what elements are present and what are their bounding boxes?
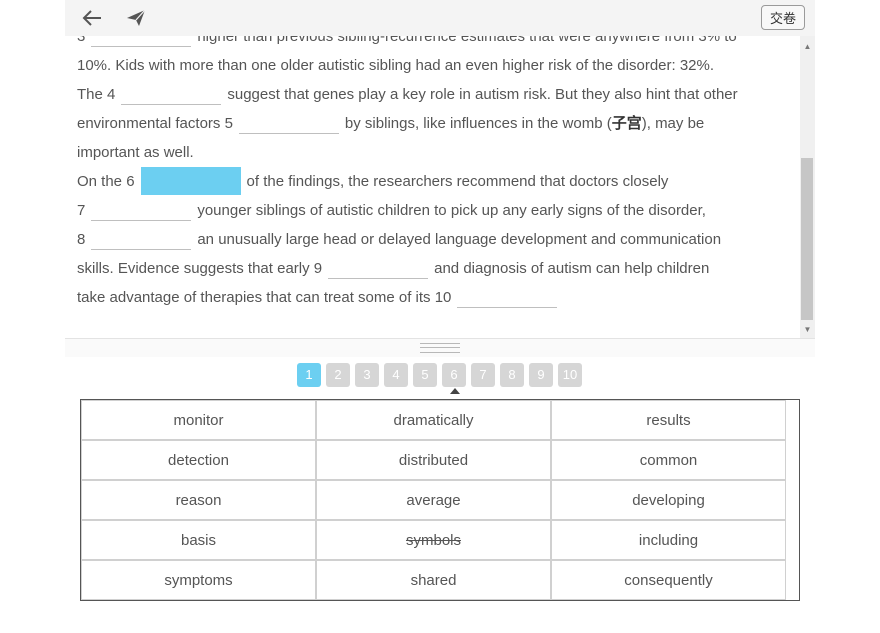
word-option[interactable]: distributed — [316, 440, 551, 480]
question-number-button-3[interactable]: 3 — [355, 363, 379, 387]
drag-handle-icon[interactable] — [420, 343, 460, 353]
word-option[interactable]: developing — [551, 480, 786, 520]
question-number-button-8[interactable]: 8 — [500, 363, 524, 387]
word-option[interactable]: reason — [81, 480, 316, 520]
passage-line: 7 younger siblings of autistic children t… — [77, 202, 706, 221]
passage-line: 8 an unusually large head or delayed lang… — [77, 231, 722, 250]
passage-line: The 4 suggest that genes play a key role … — [77, 86, 738, 105]
scroll-up-arrow-icon[interactable]: ▲ — [800, 41, 815, 53]
question-number-button-5[interactable]: 5 — [413, 363, 437, 387]
back-button[interactable] — [79, 6, 105, 30]
blank-4[interactable] — [121, 86, 222, 105]
back-arrow-icon — [82, 10, 101, 26]
word-option[interactable]: consequently — [551, 560, 786, 600]
word-option[interactable]: average — [316, 480, 551, 520]
word-option[interactable]: shared — [316, 560, 551, 600]
question-number-button-1[interactable]: 1 — [297, 363, 321, 387]
blank-8[interactable] — [91, 231, 192, 250]
reading-pane: 3 higher than previous sibling-recurrence… — [65, 36, 815, 338]
passage-text: 3 higher than previous sibling-recurrence… — [77, 36, 767, 312]
passage-line: On the 6 of the findings, the researchers… — [77, 167, 767, 196]
passage-line: take advantage of therapies that can tre… — [77, 283, 767, 312]
send-icon — [127, 9, 146, 26]
blank-3[interactable] — [91, 36, 192, 47]
word-option[interactable]: symbols — [316, 520, 551, 560]
scroll-down-arrow-icon[interactable]: ▼ — [800, 324, 815, 336]
question-number-button-2[interactable]: 2 — [326, 363, 350, 387]
passage-line: 10%. Kids with more than one older autis… — [77, 57, 715, 74]
send-button[interactable] — [123, 6, 149, 30]
question-number-button-10[interactable]: 10 — [558, 363, 582, 387]
word-option[interactable]: common — [551, 440, 786, 480]
blank-7[interactable] — [91, 202, 192, 221]
word-option[interactable]: basis — [81, 520, 316, 560]
question-number-button-4[interactable]: 4 — [384, 363, 408, 387]
bottom-area — [65, 601, 815, 633]
word-option[interactable]: dramatically — [316, 400, 551, 440]
submit-paper-button[interactable]: 交卷 — [761, 5, 805, 30]
question-number-button-9[interactable]: 9 — [529, 363, 553, 387]
word-option[interactable]: results — [551, 400, 786, 440]
word-option[interactable]: symptoms — [81, 560, 316, 600]
word-option[interactable]: including — [551, 520, 786, 560]
word-option[interactable]: monitor — [81, 400, 316, 440]
toolbar: 交卷 — [65, 0, 815, 36]
blank-10[interactable] — [457, 289, 558, 308]
passage-scrollbar[interactable]: ▲ ▼ — [800, 36, 815, 338]
question-number-button-6[interactable]: 6 — [442, 363, 466, 387]
question-number-button-7[interactable]: 7 — [471, 363, 495, 387]
blank-6[interactable] — [140, 167, 241, 195]
scroll-thumb[interactable] — [801, 158, 813, 320]
pane-divider[interactable] — [65, 338, 815, 357]
passage-line: skills. Evidence suggests that early 9 an… — [77, 260, 710, 279]
word-bank: monitor dramatically results detection distr… — [80, 399, 800, 601]
passage-line: 3 higher than previous sibling-recurrence… — [77, 36, 767, 51]
blank-5[interactable] — [238, 115, 339, 134]
word-option[interactable]: detection — [81, 440, 316, 480]
blank-9[interactable] — [328, 260, 429, 279]
passage-line: environmental factors 5 by siblings, like… — [77, 115, 705, 134]
current-blank-indicator-icon — [450, 388, 460, 394]
passage-line: important as well. — [77, 144, 194, 161]
